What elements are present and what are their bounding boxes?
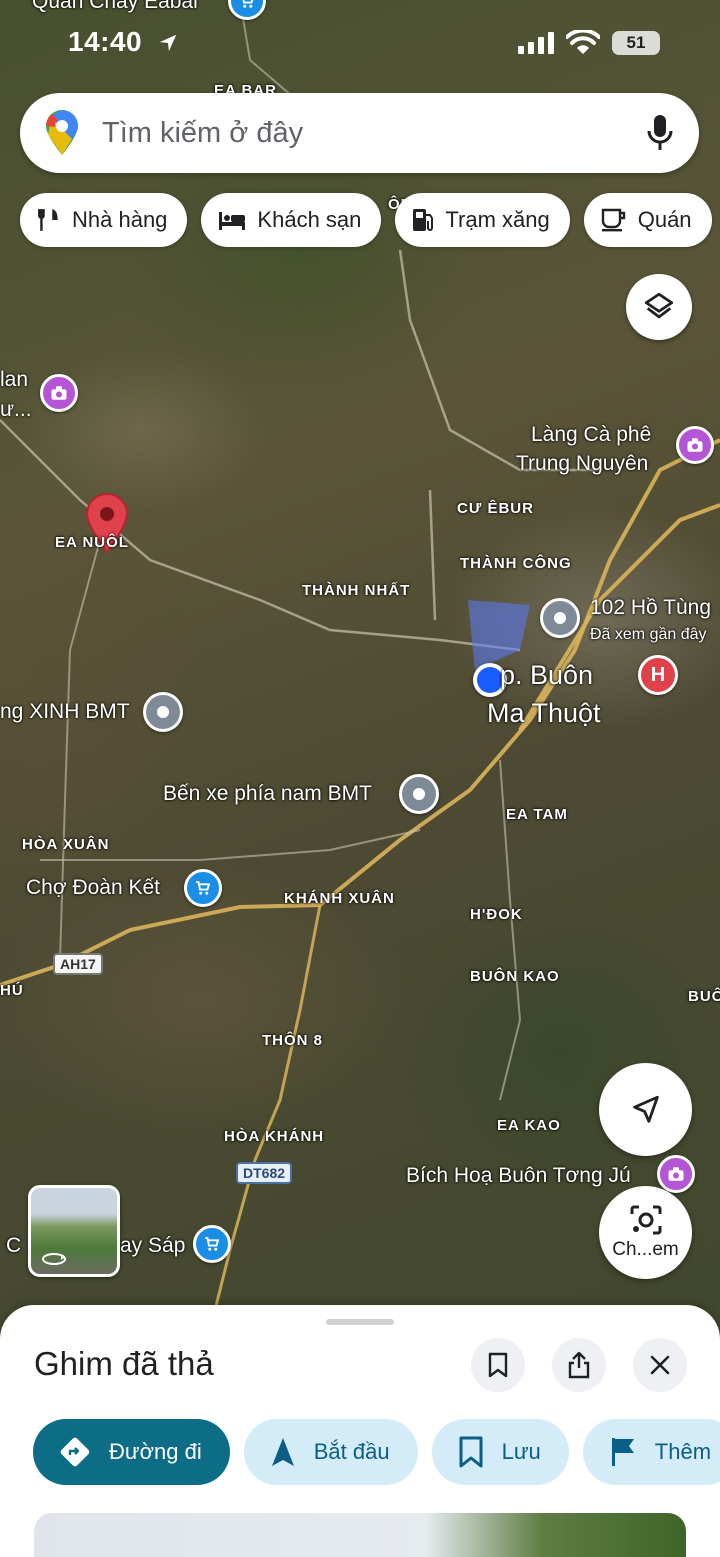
place-photo-preview[interactable] — [34, 1513, 686, 1557]
share-button[interactable] — [552, 1338, 606, 1392]
flag-icon — [611, 1438, 634, 1466]
map-label: KHÁNH XUÂN — [284, 890, 395, 907]
camera-pin-icon[interactable] — [40, 374, 78, 412]
map-label: HÒA KHÁNH — [224, 1128, 325, 1145]
layers-icon — [644, 292, 674, 319]
search-input[interactable]: Tìm kiếm ở đây — [102, 117, 647, 150]
chip-gas-stations[interactable]: Trạm xăng — [395, 193, 570, 247]
chip-restaurants[interactable]: Nhà hàng — [20, 193, 188, 247]
camera-pin-icon[interactable] — [657, 1155, 695, 1193]
place-title: Ghim đã thả — [34, 1345, 214, 1382]
category-chips: Nhà hàng Khách sạn Trạm xăng Quán — [20, 193, 712, 247]
map-label: Trung Nguyên — [516, 452, 649, 475]
bookmark-icon — [488, 1352, 508, 1378]
map-label: Quán Chay Eabal — [32, 0, 198, 13]
status-time: 14:40 — [68, 26, 143, 57]
microphone-icon[interactable] — [647, 114, 673, 152]
map-label: H'ĐOK — [470, 906, 523, 923]
map-label: BUÔ — [688, 988, 720, 1005]
map-label: Bích Hoạ Buôn Tơng Jú — [406, 1164, 631, 1187]
route-shield: DT682 — [236, 1162, 293, 1184]
map-label: HÚ — [0, 982, 24, 999]
search-bar[interactable]: Tìm kiếm ở đây — [20, 93, 699, 173]
map-label: EA NUÔL — [55, 534, 129, 551]
lens-button[interactable]: Ch...em — [599, 1186, 692, 1279]
save-button[interactable] — [471, 1338, 525, 1392]
status-bar: 14:40 51 — [0, 22, 720, 62]
save-place-button[interactable]: Lưu — [431, 1419, 569, 1485]
route-shield: AH17 — [53, 953, 103, 975]
map-label: Chợ Đoàn Kết — [26, 876, 161, 899]
chip-cafes[interactable]: Quán — [583, 193, 712, 247]
navigation-arrow-icon — [632, 1095, 659, 1123]
share-icon — [568, 1351, 590, 1379]
more-button[interactable]: Thêm — [582, 1419, 720, 1485]
lens-button-label: Ch...em — [612, 1238, 679, 1260]
cellular-signal-icon — [518, 32, 554, 54]
my-location-button[interactable] — [599, 1063, 692, 1156]
battery-indicator: 51 — [612, 31, 660, 55]
shopping-cart-pin-icon[interactable] — [193, 1225, 231, 1263]
cafe-icon — [601, 208, 625, 232]
location-arrow-icon — [159, 34, 177, 52]
map-label: CƯ ÊBUR — [457, 500, 534, 517]
gas-station-icon — [413, 209, 434, 231]
map-label: 102 Hồ Tùng — [590, 596, 712, 619]
directions-button[interactable]: Đường đi — [33, 1419, 230, 1485]
map-label: THÀNH CÔNG — [460, 555, 572, 572]
hotel-icon — [219, 212, 246, 230]
map-label: HÒA XUÂN — [22, 836, 110, 853]
map-label: THÀNH NHẤT — [302, 582, 411, 599]
camera-pin-icon[interactable] — [676, 426, 714, 464]
navigation-arrow-icon — [271, 1438, 294, 1466]
layers-button[interactable] — [626, 274, 692, 340]
chip-hotels[interactable]: Khách sạn — [201, 193, 382, 247]
bottom-sheet: Ghim đã thả Đường đi Bắt đầu Lưu Thêm — [0, 1305, 720, 1557]
place-pin-icon[interactable] — [143, 692, 183, 732]
directions-icon — [60, 1437, 90, 1467]
camera-lens-icon — [630, 1205, 661, 1234]
close-button[interactable] — [633, 1338, 687, 1392]
map-label: ư... — [0, 398, 32, 421]
city-label: Ma Thuột — [487, 698, 601, 728]
map-label: Đã xem gần đây — [590, 626, 707, 643]
map-label: Bến xe phía nam BMT — [163, 782, 372, 805]
shopping-cart-pin-icon[interactable] — [184, 869, 222, 907]
recent-place-pin-icon[interactable] — [540, 598, 580, 638]
google-maps-logo-icon — [46, 110, 78, 155]
bookmark-icon — [459, 1436, 483, 1468]
sheet-drag-handle[interactable] — [326, 1319, 394, 1325]
restaurant-icon — [38, 209, 58, 231]
rotate-360-icon — [42, 1253, 66, 1265]
map-label: lan — [0, 368, 29, 391]
map-label: ay Sáp — [120, 1234, 186, 1257]
city-label: p. Buôn — [500, 660, 594, 690]
map-label: EA KAO — [497, 1117, 561, 1134]
map-label: BUÔN KAO — [470, 968, 560, 985]
hospital-pin-icon[interactable]: H — [638, 655, 678, 695]
map-label: EA TAM — [506, 806, 568, 823]
street-view-thumbnail[interactable] — [28, 1185, 120, 1277]
bus-station-pin-icon[interactable] — [399, 774, 439, 814]
action-buttons: Đường đi Bắt đầu Lưu Thêm — [33, 1419, 720, 1485]
wifi-icon — [566, 30, 600, 54]
start-button[interactable]: Bắt đầu — [243, 1419, 418, 1485]
close-icon — [650, 1355, 670, 1375]
map-label: C — [6, 1234, 22, 1257]
map-label: THÔN 8 — [262, 1032, 324, 1049]
map-label: Làng Cà phê — [531, 423, 652, 446]
map-label: ng XINH BMT — [0, 700, 130, 723]
